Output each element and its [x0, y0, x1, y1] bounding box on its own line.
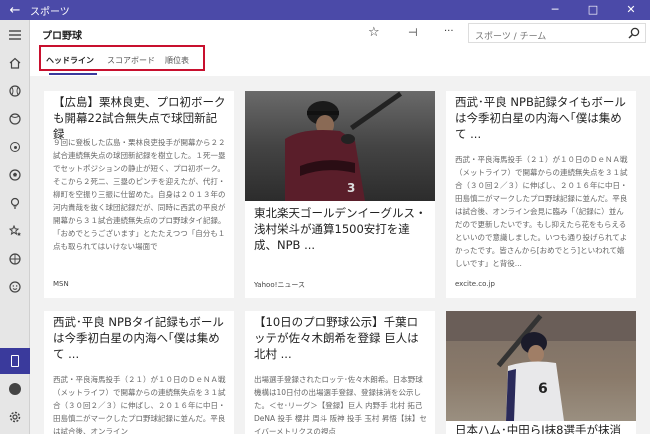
account-icon[interactable] — [0, 376, 30, 402]
card-photo: 3 — [245, 91, 435, 201]
news-card[interactable]: 6 日本ハム･中田らJ抹8選手が抹消 ... — [446, 311, 636, 434]
back-button[interactable]: ← — [0, 3, 30, 18]
basketball-icon[interactable] — [0, 246, 30, 272]
search-icon[interactable] — [628, 27, 640, 39]
header: プロ野球 ☆ ⊣ ··· — [30, 20, 650, 46]
search-input[interactable] — [469, 28, 619, 46]
card-title: 【広島】栗林良吏、プロ初ボークも開幕22試合無失点で球団新記録 — [53, 95, 226, 141]
jersey-number: 3 — [347, 181, 356, 195]
golf-icon[interactable] — [0, 134, 30, 160]
sidebar — [0, 20, 30, 434]
tennis-icon[interactable] — [0, 106, 30, 132]
app-title: スポーツ — [30, 6, 70, 18]
page-title: プロ野球 — [42, 31, 82, 42]
soccer-icon[interactable] — [0, 162, 30, 188]
more-icon[interactable]: ··· — [444, 26, 454, 37]
news-card[interactable]: 【10日のプロ野球公示】千葉ロッテが佐々木朗希を登録 巨人は北村 ... 出場選… — [245, 311, 435, 434]
news-card[interactable]: 西武･平良 NPB記録タイもボールは今季初白星の内海へ｢僕は集めて ... 西武… — [446, 91, 636, 298]
tab-highlight-box — [39, 45, 205, 71]
stars-icon[interactable] — [0, 218, 30, 244]
news-card[interactable]: 西武･平良 NPBタイ記録もボールは今季初白星の内海へ｢僕は集めて ... 西武… — [44, 311, 234, 434]
phone-icon[interactable] — [0, 348, 30, 374]
card-title: 西武･平良 NPBタイ記録もボールは今季初白星の内海へ｢僕は集めて ... — [53, 315, 224, 361]
star-icon[interactable]: ☆ — [368, 25, 380, 40]
card-photo: 6 — [446, 311, 636, 421]
hamburger-icon[interactable] — [0, 22, 30, 48]
close-button[interactable]: ✕ — [612, 0, 650, 20]
maximize-button[interactable]: □ — [574, 0, 612, 20]
card-title: 西武･平良 NPB記録タイもボールは今季初白星の内海へ｢僕は集めて ... — [455, 95, 626, 141]
card-source: MSN — [53, 280, 69, 288]
lightbulb-icon[interactable] — [0, 190, 30, 216]
card-summary: ９回に登板した広島・栗林良吏投手が開幕から２２試合連続無失点の球団新記録を樹立し… — [53, 138, 226, 251]
active-tab-indicator — [49, 73, 97, 75]
minimize-button[interactable]: ─ — [536, 0, 574, 20]
card-title: 日本ハム･中田らJ抹8選手が抹消 ... — [455, 423, 621, 434]
card-summary: 西武・平良海馬投手（２１）が１０日のＤｅＮＡ戦（メットライフ）で開幕からの連続無… — [53, 375, 226, 434]
pin-icon[interactable]: ⊣ — [408, 26, 418, 39]
card-title: 東北楽天ゴールデンイーグルス・浅村栄斗が通算1500安打を達成、NPB ... — [254, 206, 427, 252]
news-card[interactable]: 3 東北楽天ゴールデンイーグルス・浅村栄斗が通算1500安打を達成、NPB ..… — [245, 91, 435, 298]
search-box — [468, 23, 646, 46]
baseball-icon[interactable] — [0, 78, 30, 104]
jersey-number: 6 — [538, 381, 548, 397]
card-summary: 出場選手登録されたロッテ･佐々木朗希。日本野球機構は10日付の出場選手登録、登録… — [254, 375, 427, 434]
card-source: excite.co.jp — [455, 280, 495, 288]
smiley-icon[interactable] — [0, 274, 30, 300]
card-source: Yahoo!ニュース — [254, 281, 306, 289]
title-bar: ← スポーツ ─ □ ✕ — [0, 0, 650, 20]
card-title: 【10日のプロ野球公示】千葉ロッテが佐々木朗希を登録 巨人は北村 ... — [254, 315, 419, 361]
card-summary: 西武・平良海馬投手（２１）が１０日のＤｅＮＡ戦（メットライフ）で開幕からの連続無… — [455, 155, 628, 268]
settings-icon[interactable] — [0, 404, 30, 430]
news-card[interactable]: 【広島】栗林良吏、プロ初ボークも開幕22試合無失点で球団新記録 ９回に登板した広… — [44, 91, 234, 298]
home-icon[interactable] — [0, 50, 30, 76]
window-controls: ─ □ ✕ — [536, 0, 650, 20]
